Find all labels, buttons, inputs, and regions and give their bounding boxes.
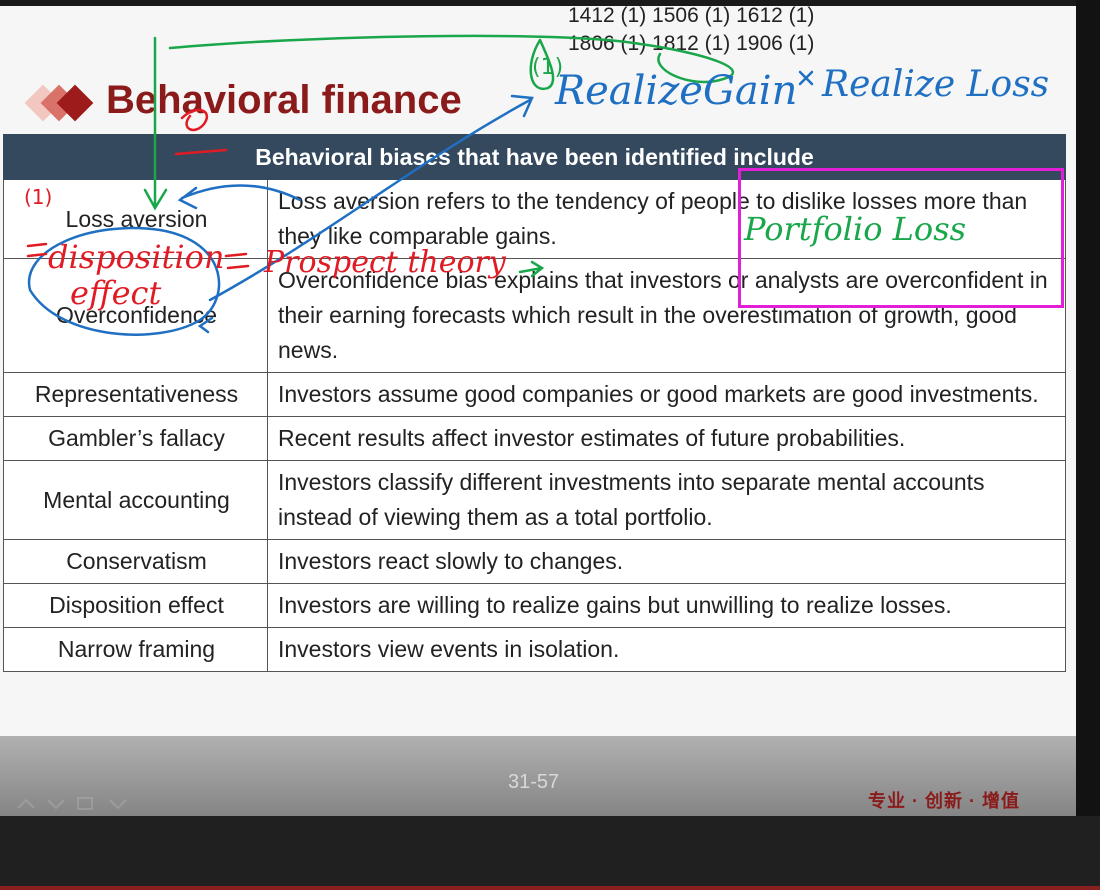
table-row: Narrow framing Investors view events in …	[3, 627, 1066, 672]
bias-description: Investors assume good companies or good …	[267, 372, 1066, 417]
bias-term: Conservatism	[3, 539, 268, 584]
table-row: Gambler’s fallacy Recent results affect …	[3, 416, 1066, 461]
bias-description: Recent results affect investor estimates…	[267, 416, 1066, 461]
bias-term: Loss aversion	[3, 179, 268, 259]
table-row: Representativeness Investors assume good…	[3, 372, 1066, 417]
page-number: 31-57	[508, 771, 560, 793]
slogan: 专业 · 创新 · 增值	[868, 791, 1020, 811]
bias-description: Investors view events in isolation.	[267, 627, 1066, 672]
timestamp-line: 1806 (1) 1812 (1) 1906 (1)	[568, 32, 815, 55]
table-row: Conservatism Investors react slowly to c…	[3, 539, 1066, 584]
bias-term: Overconfidence	[3, 258, 268, 373]
slide-title: Behavioral finance	[106, 78, 462, 122]
progress-strip	[0, 886, 1100, 890]
bias-description: Investors classify different investments…	[267, 460, 1066, 540]
bias-term: Mental accounting	[3, 460, 268, 540]
bias-term: Gambler’s fallacy	[3, 416, 268, 461]
video-bottom-bar	[0, 816, 1100, 890]
timestamp-line: 1412 (1) 1506 (1) 1612 (1)	[568, 4, 815, 27]
bias-description: Investors are willing to realize gains b…	[267, 583, 1066, 628]
bias-term: Representativeness	[3, 372, 268, 417]
table-row: Disposition effect Investors are willing…	[3, 583, 1066, 628]
table-row: Mental accounting Investors classify dif…	[3, 460, 1066, 540]
highlight-box	[738, 168, 1064, 308]
right-dark-bar	[1076, 0, 1100, 816]
bias-term: Narrow framing	[3, 627, 268, 672]
player-controls-icon	[17, 797, 127, 810]
bias-description: Investors react slowly to changes.	[267, 539, 1066, 584]
timestamp-annotations: 1412 (1) 1506 (1) 1612 (1) 1806 (1) 1812 …	[568, 2, 814, 58]
bias-term: Disposition effect	[3, 583, 268, 628]
slide: Behavioral finance Behavioral biases tha…	[0, 6, 1076, 816]
